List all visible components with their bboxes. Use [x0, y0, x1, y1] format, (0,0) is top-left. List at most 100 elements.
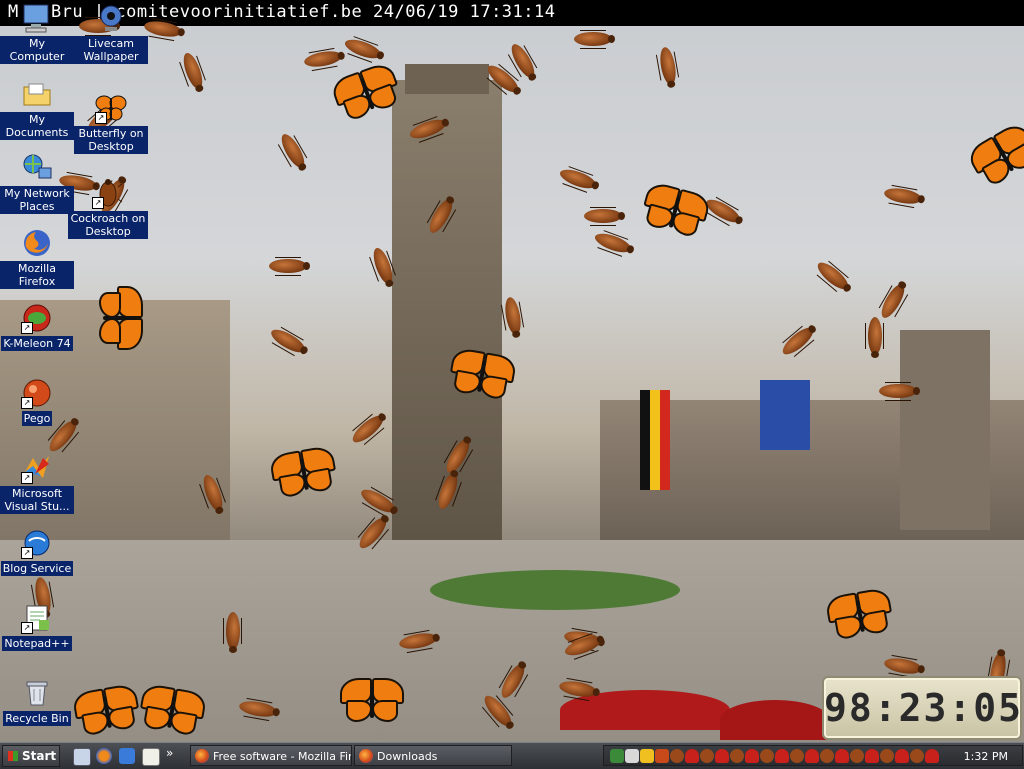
outlook-icon[interactable] [119, 748, 135, 764]
heart-tray-icon[interactable] [775, 749, 789, 763]
desktop-icon-cockroach-on-desktop[interactable]: ↗ Cockroach on Desktop [68, 177, 148, 239]
shortcut-arrow-icon: ↗ [21, 397, 33, 409]
start-label: Start [22, 749, 57, 763]
desktop-icon-livecam-wallpaper[interactable]: Livecam Wallpaper [74, 2, 148, 64]
desktop-icon-label: Pego [21, 411, 53, 426]
shortcut-arrow-icon: ↗ [95, 112, 107, 124]
desktop-icon-label: K-Meleon 74 [1, 336, 73, 351]
tray-clock[interactable]: 1:32 PM [964, 746, 1008, 767]
cockroach-sprite [265, 255, 311, 277]
cockroach-sprite [864, 313, 886, 359]
task-button-firefox[interactable]: Free software - Mozilla Fir... [190, 745, 352, 766]
computer-icon [21, 2, 53, 34]
folder-icon [21, 78, 53, 110]
butterfly-sprite [97, 286, 143, 350]
clock-digits: 98:23:05 [824, 686, 1024, 730]
shortcut-arrow-icon: ↗ [92, 197, 104, 209]
tray-app-icon[interactable] [610, 749, 624, 763]
windows-logo-icon [8, 751, 18, 761]
cockroach-sprite [222, 608, 244, 654]
desktop-icon-my-documents[interactable]: My Documents [0, 78, 74, 140]
tray-app-icon[interactable] [625, 749, 639, 763]
desktop-icon-k-meleon[interactable]: ↗ K-Meleon 74 [0, 302, 74, 351]
cockroach-tray-icon[interactable] [730, 749, 744, 763]
blog-icon: ↗ [21, 527, 53, 559]
mail-icon[interactable] [142, 748, 160, 766]
network-icon [21, 152, 53, 184]
desktop-icon-label: Notepad++ [2, 636, 72, 651]
heart-tray-icon[interactable] [745, 749, 759, 763]
recycle-bin-icon [21, 677, 53, 709]
heart-tray-icon[interactable] [895, 749, 909, 763]
heart-tray-icon[interactable] [715, 749, 729, 763]
cockroach-icon: ↗ [92, 177, 124, 209]
desktop-icon-notepad-plus[interactable]: ↗ Notepad++ [0, 602, 74, 651]
cockroach-tray-icon[interactable] [790, 749, 804, 763]
firefox-icon[interactable] [96, 748, 112, 764]
desktop-icon-mozilla-firefox[interactable]: Mozilla Firefox [0, 227, 74, 289]
heart-tray-icon[interactable] [805, 749, 819, 763]
webcam-icon [95, 2, 127, 34]
cockroach-sprite [580, 205, 626, 227]
cockroach-tray-icon[interactable] [820, 749, 834, 763]
task-button-label: Downloads [377, 750, 438, 763]
belgian-flag [640, 390, 670, 490]
firefox-icon [195, 749, 209, 763]
cockroach-tray-icon[interactable] [910, 749, 924, 763]
desktop-icon-label: My Documents [0, 112, 74, 140]
desktop-icon-my-computer[interactable]: My Computer [0, 2, 74, 64]
red-umbrella [720, 700, 830, 740]
task-button-downloads[interactable]: Downloads [354, 745, 512, 766]
cockroach-tray-icon[interactable] [850, 749, 864, 763]
shortcut-arrow-icon: ↗ [21, 547, 33, 559]
tray-app-icon[interactable] [640, 749, 654, 763]
desktop-icon-my-network-places[interactable]: My Network Places [0, 152, 74, 214]
shortcut-arrow-icon: ↗ [21, 322, 33, 334]
desktop-icon-blog-service[interactable]: ↗ Blog Service [0, 527, 74, 576]
butterfly-sprite [340, 678, 404, 724]
pego-icon: ↗ [21, 377, 53, 409]
quick-launch-overflow-icon[interactable]: » [166, 746, 173, 760]
show-desktop-icon[interactable] [73, 748, 91, 766]
desktop-clock-widget[interactable]: 98:23:05 [822, 676, 1022, 740]
cockroach-sprite [875, 380, 921, 402]
shortcut-arrow-icon: ↗ [21, 622, 33, 634]
cockroach-tray-icon[interactable] [760, 749, 774, 763]
heart-tray-icon[interactable] [685, 749, 699, 763]
green-lawn [430, 570, 680, 610]
desktop-icon-label: Butterfly on Desktop [74, 126, 148, 154]
tray-app-icon[interactable] [655, 749, 669, 763]
desktop-icon-butterfly-on-desktop[interactable]: ↗ Butterfly on Desktop [74, 92, 148, 154]
taskbar: Start » Free software - Mozilla Fir... D… [0, 742, 1024, 769]
cockroach-tray-icon[interactable] [700, 749, 714, 763]
desktop-icon-recycle-bin[interactable]: Recycle Bin [0, 677, 74, 726]
desktop-icon-label: Mozilla Firefox [0, 261, 74, 289]
desktop-icon-pego[interactable]: ↗ Pego [0, 377, 74, 426]
desktop-icon-label: Blog Service [0, 561, 74, 576]
right-tower [900, 330, 990, 530]
desktop-icon-visual-studio[interactable]: ↗ Microsoft Visual Stu... [0, 452, 74, 514]
desktop-icon-label: Livecam Wallpaper [74, 36, 148, 64]
firefox-icon [21, 227, 53, 259]
k-meleon-icon: ↗ [21, 302, 53, 334]
task-button-label: Free software - Mozilla Fir... [213, 750, 352, 763]
cockroach-sprite [570, 28, 616, 50]
butterfly-icon: ↗ [95, 92, 127, 124]
desktop-icon-label: Cockroach on Desktop [68, 211, 148, 239]
shortcut-arrow-icon: ↗ [21, 472, 33, 484]
desktop-icon-label: My Network Places [0, 186, 74, 214]
firefox-icon [359, 749, 373, 763]
desktop-icon-label: Microsoft Visual Stu... [0, 486, 74, 514]
heart-tray-icon[interactable] [835, 749, 849, 763]
belfry-top [405, 64, 489, 94]
cockroach-tray-icon[interactable] [880, 749, 894, 763]
heart-tray-icon[interactable] [865, 749, 879, 763]
heart-tray-icon[interactable] [925, 749, 939, 763]
cockroach-tray-icon[interactable] [670, 749, 684, 763]
eu-flag [760, 380, 810, 450]
visual-studio-icon: ↗ [21, 452, 53, 484]
notepad-icon: ↗ [21, 602, 53, 634]
start-button[interactable]: Start [2, 745, 60, 767]
desktop-icon-label: My Computer [0, 36, 74, 64]
desktop-icon-label: Recycle Bin [3, 711, 71, 726]
